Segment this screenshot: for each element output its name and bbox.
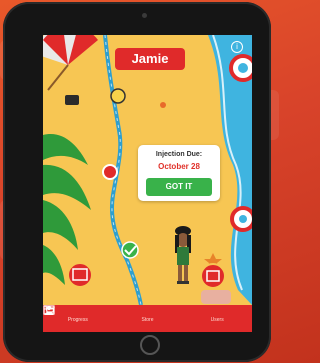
app-screen: Jamie i Injection Due: October 28 GOT IT… [43, 35, 252, 332]
umbrella-icon [43, 35, 98, 91]
tab-label: Users [210, 316, 224, 323]
calendar-button[interactable] [67, 262, 93, 288]
tab-users[interactable]: Users [44, 305, 252, 332]
user-icon [44, 305, 54, 315]
home-button[interactable] [140, 335, 160, 355]
completed-level-node[interactable] [121, 241, 139, 259]
injection-due-popup: Injection Due: October 28 GOT IT [138, 145, 220, 201]
popup-title: Injection Due: [155, 151, 203, 158]
life-ring-icon [230, 206, 252, 232]
tab-store[interactable]: Store [44, 305, 183, 332]
camera-icon [142, 13, 147, 18]
avatar[interactable] [175, 226, 191, 284]
popup-date: October 28 [158, 162, 200, 171]
tab-label: Store [141, 316, 154, 323]
got-it-button[interactable]: GOT IT [146, 178, 212, 196]
life-ring-icon [229, 54, 252, 82]
bottom-tab-bar: Progress Store Users [43, 305, 252, 332]
current-level-node[interactable] [102, 164, 118, 180]
store-shortcut-button[interactable] [200, 263, 226, 289]
tablet-frame: Jamie i Injection Due: October 28 GOT IT… [3, 2, 271, 362]
player-name-badge: Jamie [115, 48, 185, 70]
info-icon[interactable]: i [231, 41, 243, 53]
tab-label: Progress [67, 316, 88, 323]
level-node[interactable] [110, 88, 126, 104]
